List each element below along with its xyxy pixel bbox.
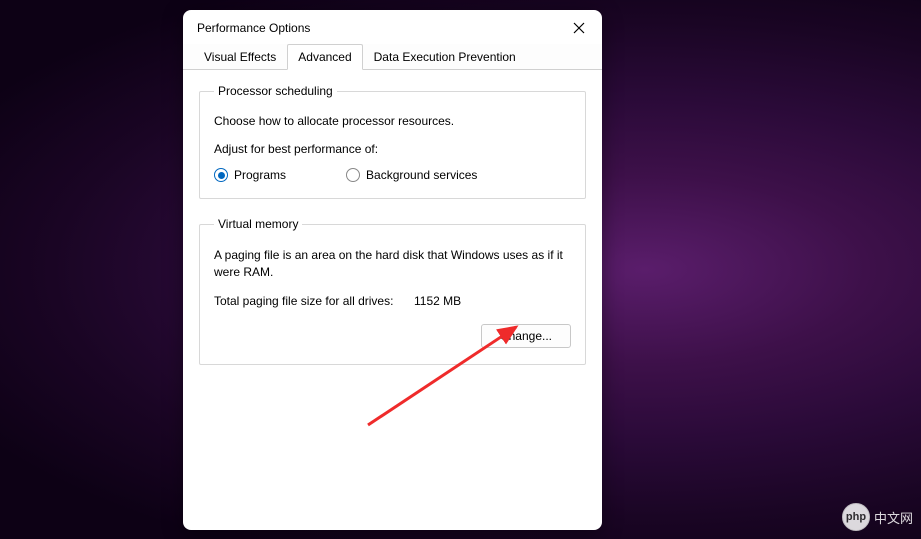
radio-programs-label: Programs	[234, 168, 286, 182]
dialog-title: Performance Options	[197, 21, 310, 35]
watermark: php 中文网	[842, 503, 913, 531]
vm-legend: Virtual memory	[214, 217, 302, 231]
button-row: Change...	[214, 324, 571, 348]
radio-background-services[interactable]: Background services	[346, 168, 477, 182]
processor-legend: Processor scheduling	[214, 84, 337, 98]
close-icon[interactable]	[570, 19, 588, 37]
watermark-logo: php	[842, 503, 870, 531]
radio-row: Programs Background services	[214, 168, 571, 182]
tab-content: Processor scheduling Choose how to alloc…	[183, 70, 602, 397]
watermark-text: 中文网	[874, 508, 913, 527]
performance-options-dialog: Performance Options Visual Effects Advan…	[183, 10, 602, 530]
tab-advanced[interactable]: Advanced	[287, 44, 362, 70]
vm-desc: A paging file is an area on the hard dis…	[214, 247, 571, 282]
tabstrip: Visual Effects Advanced Data Execution P…	[183, 44, 602, 70]
radio-programs[interactable]: Programs	[214, 168, 286, 182]
tab-data-execution-prevention[interactable]: Data Execution Prevention	[363, 44, 527, 69]
processor-desc: Choose how to allocate processor resourc…	[214, 114, 571, 128]
vm-total-label: Total paging file size for all drives:	[214, 294, 414, 308]
vm-total-row: Total paging file size for all drives: 1…	[214, 294, 571, 308]
vm-total-value: 1152 MB	[414, 294, 461, 308]
titlebar: Performance Options	[183, 10, 602, 44]
tab-visual-effects[interactable]: Visual Effects	[193, 44, 287, 69]
change-button[interactable]: Change...	[481, 324, 571, 348]
processor-subhead: Adjust for best performance of:	[214, 142, 571, 156]
virtual-memory-group: Virtual memory A paging file is an area …	[199, 217, 586, 365]
radio-icon	[214, 168, 228, 182]
radio-bg-label: Background services	[366, 168, 477, 182]
processor-scheduling-group: Processor scheduling Choose how to alloc…	[199, 84, 586, 199]
radio-icon	[346, 168, 360, 182]
